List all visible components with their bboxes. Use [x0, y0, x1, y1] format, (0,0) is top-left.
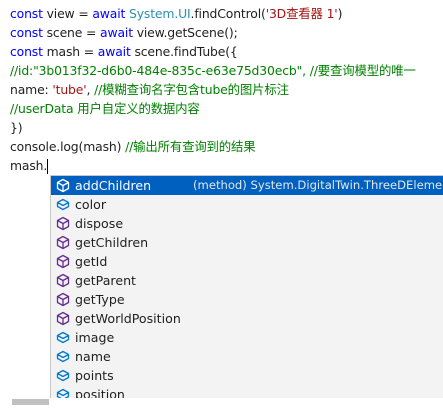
suggestion-item-getWorldPosition[interactable]: getWorldPosition: [51, 309, 443, 328]
code-token: System.UI: [129, 6, 191, 21]
code-token: await: [97, 44, 131, 59]
code-token: //输出所有查询到的结果: [125, 139, 256, 154]
code-lines[interactable]: const view = await System.UI.findControl…: [10, 4, 443, 175]
code-editor[interactable]: const view = await System.UI.findControl…: [0, 0, 443, 408]
code-line[interactable]: name: 'tube', //模糊查询名字包含tube的图片标注: [10, 80, 443, 99]
code-line[interactable]: const mash = await scene.findTube({: [10, 42, 443, 61]
suggestion-item-getChildren[interactable]: getChildren: [51, 233, 443, 252]
property-icon: [56, 369, 70, 382]
text-caret: [47, 159, 49, 174]
code-token: mash.: [10, 158, 48, 173]
suggestion-label: name: [75, 349, 111, 364]
suggestion-detail: (method) System.DigitalTwin.ThreeDElemen…: [193, 178, 443, 192]
suggestion-widget[interactable]: addChildren (method) System.DigitalTwin.T…: [50, 175, 443, 403]
code-line[interactable]: const scene = await view.getScene();: [10, 23, 443, 42]
suggestion-item-getParent[interactable]: getParent: [51, 271, 443, 290]
method-icon: [56, 235, 70, 250]
code-token: view.getScene();: [132, 25, 238, 40]
property-icon: [56, 331, 70, 344]
suggestion-label: getChildren: [75, 235, 149, 250]
suggestion-item-getType[interactable]: getType: [51, 290, 443, 309]
suggestion-item-name[interactable]: name: [51, 347, 443, 366]
suggestion-label: getWorldPosition: [75, 311, 181, 326]
code-token: ): [337, 6, 343, 21]
method-icon: [56, 311, 70, 326]
code-token: await: [100, 25, 133, 40]
suggestion-label: getParent: [75, 273, 136, 288]
code-token: const: [10, 44, 43, 59]
code-token: await: [92, 6, 126, 21]
code-token: console.log(mash): [10, 139, 126, 154]
suggestion-label: getId: [75, 254, 108, 269]
suggestion-item-addChildren[interactable]: addChildren (method) System.DigitalTwin.T…: [51, 176, 443, 195]
suggestion-label: image: [75, 330, 115, 345]
scrollbar-thumb[interactable]: [12, 399, 49, 405]
suggestion-label: getType: [75, 292, 125, 307]
code-line[interactable]: }): [10, 118, 443, 137]
code-token: //id:"3b013f32-d6b0-484e-835c-e63e75d30e…: [10, 63, 416, 78]
method-icon: [56, 273, 70, 288]
code-token: .findControl(: [190, 6, 266, 21]
code-line[interactable]: //id:"3b013f32-d6b0-484e-835c-e63e75d30e…: [10, 61, 443, 80]
code-line[interactable]: //userData 用户自定义的数据内容: [10, 99, 443, 118]
method-icon: [56, 178, 70, 193]
suggestion-label: points: [75, 368, 114, 383]
suggestion-item-dispose[interactable]: dispose: [51, 214, 443, 233]
code-token: const: [10, 6, 43, 21]
code-line[interactable]: mash.: [10, 156, 443, 175]
code-token: name:: [10, 82, 53, 97]
horizontal-scrollbar[interactable]: [0, 398, 443, 408]
method-icon: [56, 254, 70, 269]
code-token: ,: [86, 82, 95, 97]
property-icon: [56, 198, 70, 211]
code-token: '3D查看器 1': [265, 6, 338, 21]
method-icon: [56, 216, 70, 231]
method-icon: [56, 292, 70, 307]
code-token: scene =: [42, 25, 101, 40]
code-line[interactable]: const view = await System.UI.findControl…: [10, 4, 443, 23]
suggestion-label: addChildren: [75, 178, 152, 193]
suggestion-label: color: [75, 197, 107, 212]
suggestion-item-getId[interactable]: getId: [51, 252, 443, 271]
suggestion-label: dispose: [75, 216, 124, 231]
code-token: scene.findTube({: [130, 44, 238, 59]
code-line[interactable]: console.log(mash) //输出所有查询到的结果: [10, 137, 443, 156]
suggestion-item-points[interactable]: points: [51, 366, 443, 385]
code-token: const: [10, 25, 43, 40]
code-token: 'tube': [52, 82, 87, 97]
property-icon: [56, 350, 70, 363]
code-token: view =: [42, 6, 93, 21]
code-token: }): [10, 120, 23, 135]
code-token: //userData 用户自定义的数据内容: [10, 101, 200, 116]
code-token: mash =: [42, 44, 98, 59]
suggestion-item-color[interactable]: color: [51, 195, 443, 214]
code-token: //模糊查询名字包含tube的图片标注: [94, 82, 289, 97]
suggestion-item-image[interactable]: image: [51, 328, 443, 347]
